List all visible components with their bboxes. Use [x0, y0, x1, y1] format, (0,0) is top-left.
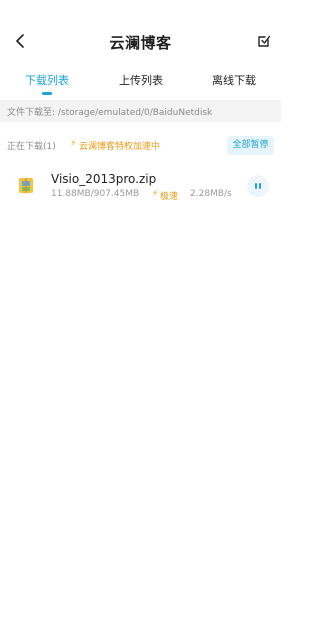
download-speed: 2.28MB/s — [190, 189, 232, 199]
downloading-count-label: 正在下载(1) — [7, 142, 56, 152]
speed-mode-label: 极速 — [160, 192, 179, 202]
pause-icon — [255, 183, 257, 189]
file-size-progress: 11.88MB/907.45MB — [51, 189, 140, 199]
lightning-icon: ⚡ — [152, 189, 159, 199]
pause-button[interactable] — [247, 175, 269, 197]
pause-all-button[interactable]: 全部暂停 — [227, 136, 274, 155]
edit-check-icon — [258, 35, 271, 47]
download-path-text: 文件下载至: /storage/emulated/0/BaiduNetdisk — [7, 108, 213, 118]
tab-download-list[interactable]: 下载列表 — [7, 72, 87, 88]
download-status-bar: 正在下载(1) ⚡ 云澜博客特权加速中 全部暂停 — [0, 132, 281, 158]
tab-bar: 下载列表 上传列表 离线下载 — [0, 68, 281, 98]
active-tab-indicator — [42, 92, 52, 95]
download-item[interactable]: Visio_2013pro.zip 11.88MB/907.45MB ⚡ 极速 … — [0, 168, 281, 206]
page-title: 云澜博客 — [109, 34, 172, 52]
edit-button[interactable] — [256, 33, 272, 49]
tab-offline-download[interactable]: 离线下载 — [194, 72, 274, 88]
file-name: Visio_2013pro.zip — [51, 172, 157, 186]
tab-upload-list[interactable]: 上传列表 — [101, 72, 181, 88]
download-path-bar: 文件下载至: /storage/emulated/0/BaiduNetdisk — [0, 100, 281, 122]
zip-file-icon — [19, 178, 33, 193]
privilege-acceleration-label: 云澜博客特权加速中 — [79, 142, 161, 152]
lightning-icon: ⚡ — [70, 139, 77, 149]
